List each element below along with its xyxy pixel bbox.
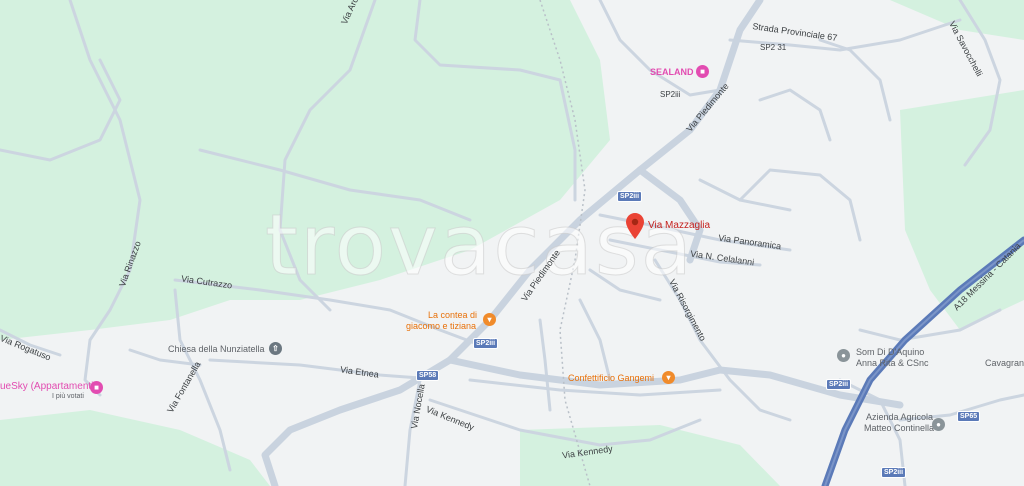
shield-sp65: SP65 [957,411,981,422]
poi-chiesa-label[interactable]: Chiesa della Nunziatella [168,345,265,354]
road-east-hills-3 [758,88,832,142]
road-south-grid-1 [538,318,552,412]
business-icon[interactable]: ● [837,349,850,362]
restaurant-icon[interactable]: ▾ [483,313,496,326]
hotel-icon[interactable]: ■ [696,65,709,78]
poi-contea-label-2[interactable]: giacomo e tiziana [406,322,476,331]
shield-sp58: SP58 [416,370,440,381]
road-east-hills-4 [818,38,892,122]
church-icon[interactable]: ⇧ [269,342,282,355]
shield-sp2iii-mid: SP2iii [473,338,499,349]
shield-sp2iii-bottom: SP2iii [881,467,907,478]
road-sealand-loop [598,0,722,97]
poi-bluesky-label[interactable]: ueSky (Appartamenti) [0,382,97,392]
poi-cavagrande-label[interactable]: Cavagran [985,359,1024,368]
poi-bluesky-sub: I più votati [52,393,84,400]
business-icon-azienda[interactable]: ● [932,418,945,431]
poi-confettificio-label[interactable]: Confettificio Gangemi [568,374,654,383]
label-sp2iii-north: SP2iii [660,90,681,99]
watermark: trovacasa [264,196,695,295]
shield-sp2iii-top: SP2iii [617,191,643,202]
label-sp2-31: SP2 31 [760,43,787,52]
poi-sealand-label[interactable]: SEALAND [650,68,694,77]
road-south-grid-2 [578,298,612,382]
poi-azienda-label-1[interactable]: Azienda Agricola [866,413,933,422]
green-area-southwest [0,410,270,486]
poi-via-mazzaglia-label[interactable]: Via Mazzaglia [648,221,710,231]
map-view[interactable]: trovacasa Via Arciprete P Strada Provinc… [0,0,1024,486]
poi-som-label-1[interactable]: Som Di D'Aquino [856,348,924,357]
road-via-etnea [208,358,422,380]
poi-azienda-label-2[interactable]: Matteo Continella [864,424,934,433]
green-area-south [520,425,780,486]
poi-contea-label-1[interactable]: La contea di [428,311,477,320]
poi-som-label-2[interactable]: Anna Rita & CSnc [856,359,929,368]
shield-sp2iii-right: SP2iii [826,379,852,390]
hotel-icon-bluesky[interactable]: ■ [90,381,103,394]
location-pin-icon[interactable] [626,213,644,239]
restaurant-icon-confettificio[interactable]: ▾ [662,371,675,384]
